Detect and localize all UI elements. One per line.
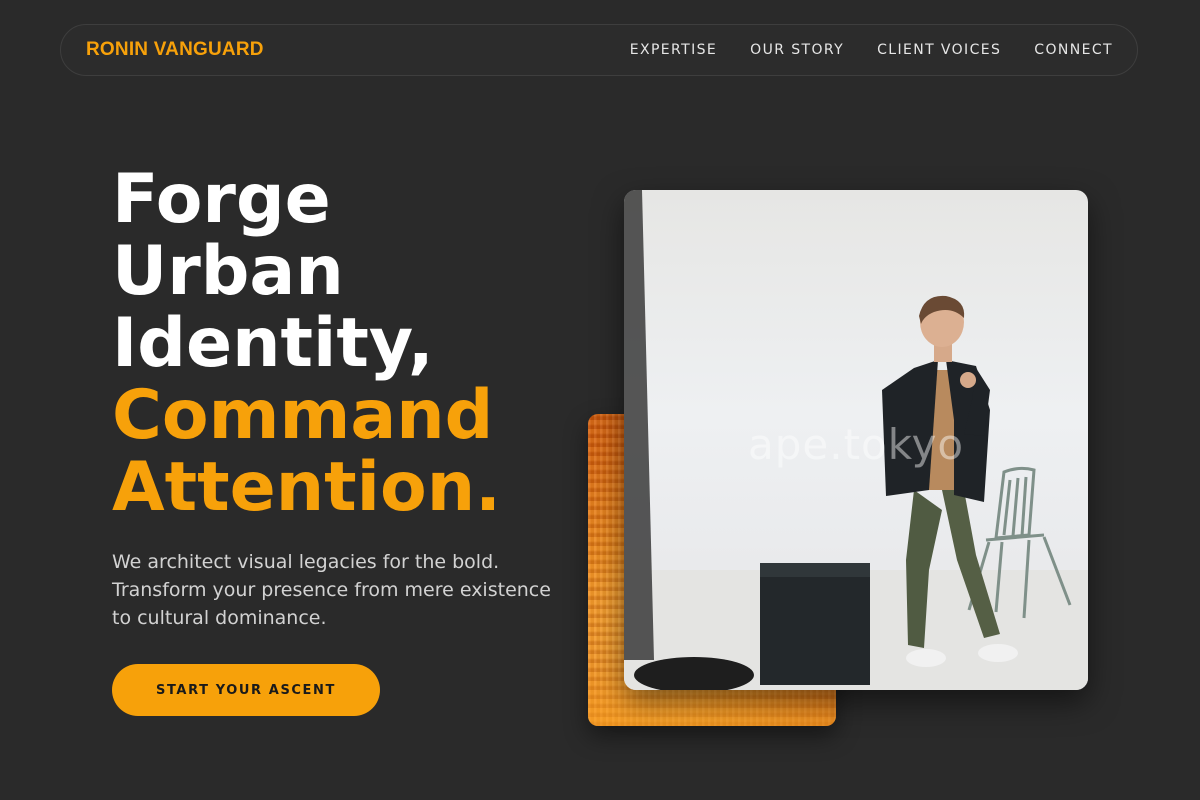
nav-link-client-voices[interactable]: CLIENT VOICES	[877, 42, 1001, 58]
description-line: We architect visual legacies for the bol…	[112, 551, 500, 573]
nav-link-connect[interactable]: CONNECT	[1034, 42, 1113, 58]
headline-line: Forge	[112, 160, 331, 239]
model-photo: ape.tokyo	[624, 190, 1088, 690]
headline-line: Urban	[112, 232, 344, 311]
headline-accent-line: Attention.	[112, 448, 501, 527]
photo-watermark: ape.tokyo	[748, 420, 965, 469]
hero-description: We architect visual legacies for the bol…	[112, 548, 582, 632]
headline-accent-line: Command	[112, 376, 494, 455]
hero-headline: Forge Urban Identity, Command Attention.	[112, 164, 501, 524]
nav-link-our-story[interactable]: OUR STORY	[750, 42, 844, 58]
start-your-ascent-button[interactable]: START YOUR ASCENT	[112, 664, 380, 716]
brand-logo[interactable]: RONIN VANGUARD	[86, 39, 264, 61]
description-line: to cultural dominance.	[112, 607, 327, 629]
headline-line: Identity,	[112, 304, 434, 383]
nav-link-expertise[interactable]: EXPERTISE	[630, 42, 717, 58]
top-navigation: RONIN VANGUARD EXPERTISE OUR STORY CLIEN…	[60, 24, 1138, 76]
description-line: Transform your presence from mere existe…	[112, 579, 551, 601]
landing-page: RONIN VANGUARD EXPERTISE OUR STORY CLIEN…	[0, 0, 1200, 800]
nav-links: EXPERTISE OUR STORY CLIENT VOICES CONNEC…	[630, 42, 1113, 58]
